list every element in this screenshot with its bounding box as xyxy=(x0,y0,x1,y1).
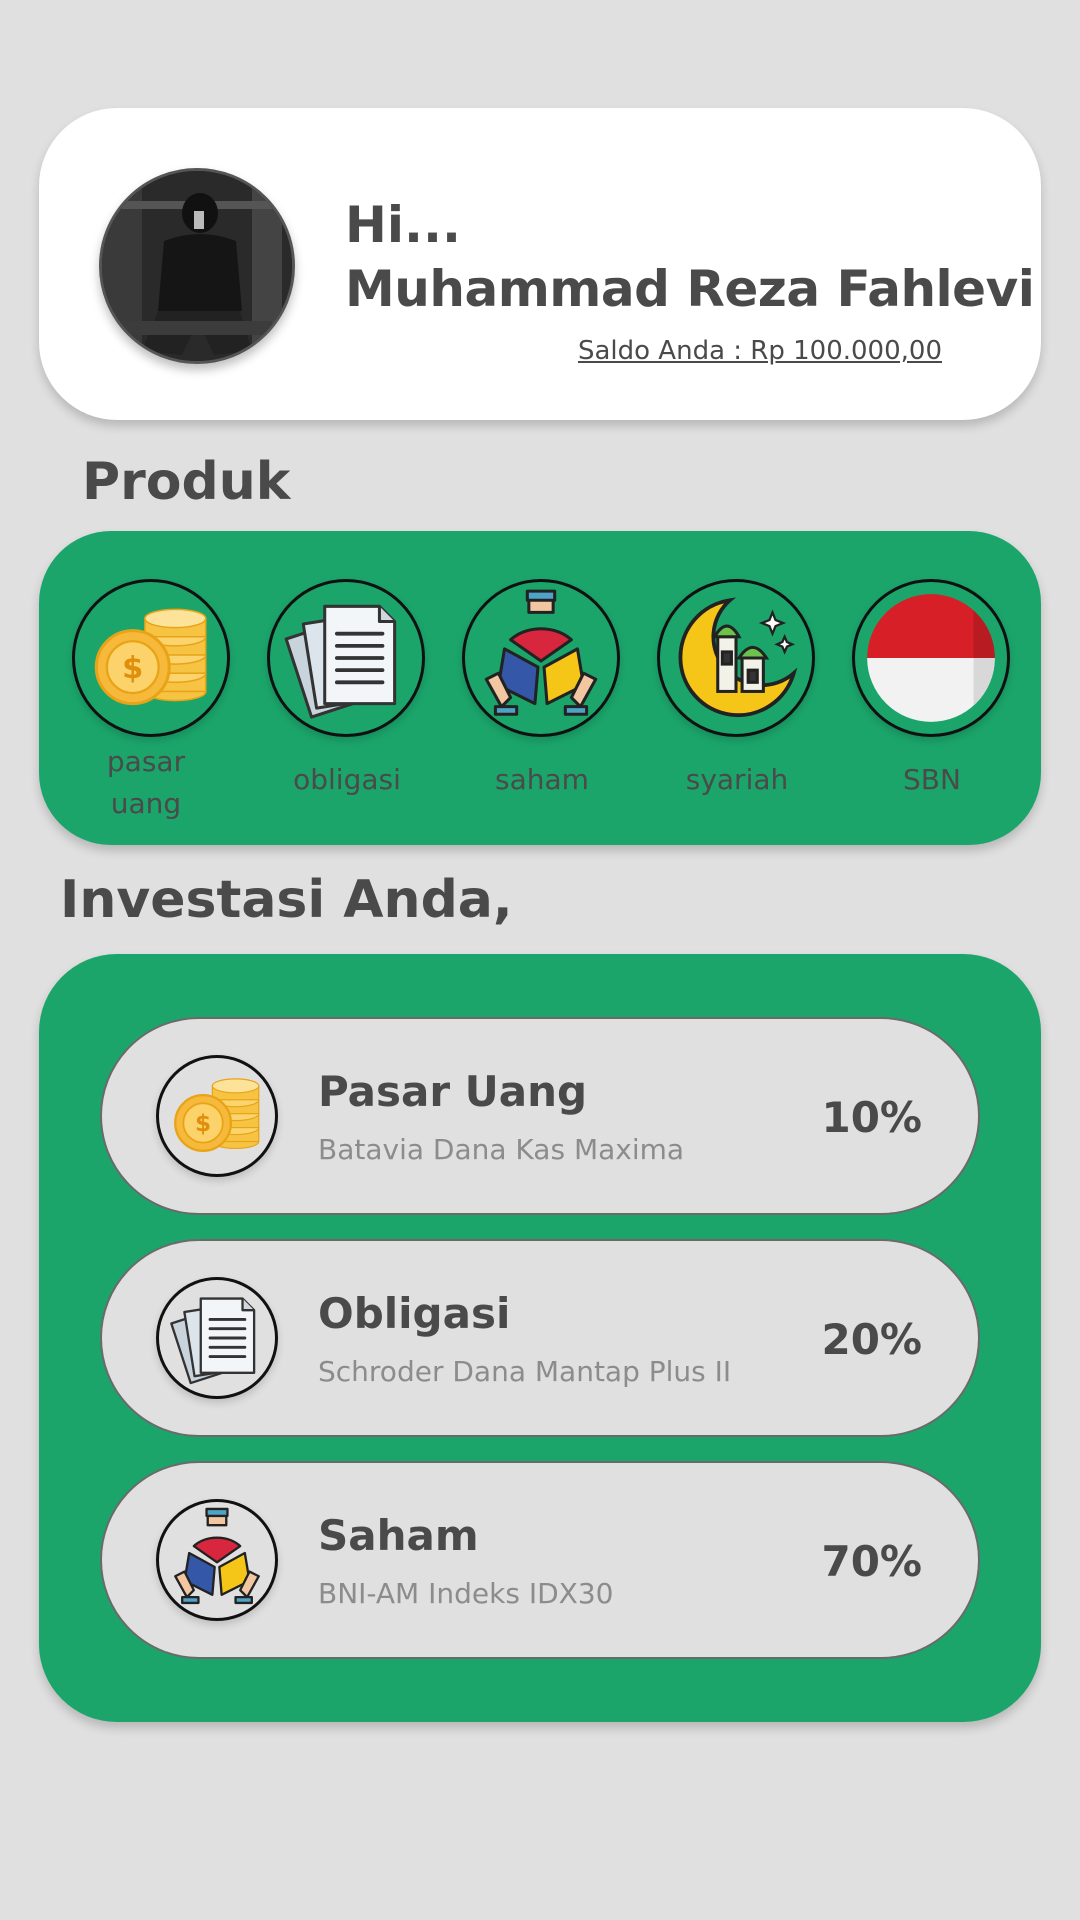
investment-title: Obligasi xyxy=(318,1289,511,1338)
investment-percent: 70% xyxy=(821,1537,922,1586)
product-label: saham xyxy=(495,763,589,796)
products-panel: pasar uang obligasi saham syariah SBN xyxy=(39,531,1041,845)
investments-title: Investasi Anda, xyxy=(60,870,513,930)
investment-percent: 10% xyxy=(821,1093,922,1142)
coins-icon xyxy=(72,579,230,737)
user-name: Muhammad Reza Fahlevi xyxy=(345,260,1035,318)
product-label: pasar uang xyxy=(106,745,186,820)
product-sbn[interactable]: SBN xyxy=(852,579,1012,801)
product-label: SBN xyxy=(903,763,961,796)
products-title: Produk xyxy=(82,452,291,512)
product-pasar-uang[interactable]: pasar uang xyxy=(72,579,232,825)
product-saham[interactable]: saham xyxy=(462,579,622,801)
avatar[interactable] xyxy=(99,168,295,364)
investment-card-pasar-uang[interactable]: Pasar Uang Batavia Dana Kas Maxima 10% xyxy=(100,1017,980,1215)
investment-fund: Batavia Dana Kas Maxima xyxy=(318,1133,685,1166)
greeting-text: Hi... xyxy=(345,196,461,254)
profile-card: Hi... Muhammad Reza Fahlevi Saldo Anda :… xyxy=(39,108,1041,420)
investment-title: Saham xyxy=(318,1511,479,1560)
coins-icon xyxy=(156,1055,278,1177)
documents-icon xyxy=(156,1277,278,1399)
investment-card-saham[interactable]: Saham BNI-AM Indeks IDX30 70% xyxy=(100,1461,980,1659)
balance-link[interactable]: Saldo Anda : Rp 100.000,00 xyxy=(578,336,942,366)
investment-card-obligasi[interactable]: Obligasi Schroder Dana Mantap Plus II 20… xyxy=(100,1239,980,1437)
crescent-mosque-icon xyxy=(657,579,815,737)
product-obligasi[interactable]: obligasi xyxy=(267,579,427,801)
shares-icon xyxy=(156,1499,278,1621)
shares-icon xyxy=(462,579,620,737)
investment-fund: BNI-AM Indeks IDX30 xyxy=(318,1577,614,1610)
investment-fund: Schroder Dana Mantap Plus II xyxy=(318,1355,732,1388)
product-label: syariah xyxy=(685,763,789,796)
investment-title: Pasar Uang xyxy=(318,1067,588,1116)
indonesia-flag-icon xyxy=(852,579,1010,737)
product-label: obligasi xyxy=(293,763,401,796)
investment-percent: 20% xyxy=(821,1315,922,1364)
product-syariah[interactable]: syariah xyxy=(657,579,817,801)
investments-panel: Pasar Uang Batavia Dana Kas Maxima 10% O… xyxy=(39,954,1041,1722)
documents-icon xyxy=(267,579,425,737)
